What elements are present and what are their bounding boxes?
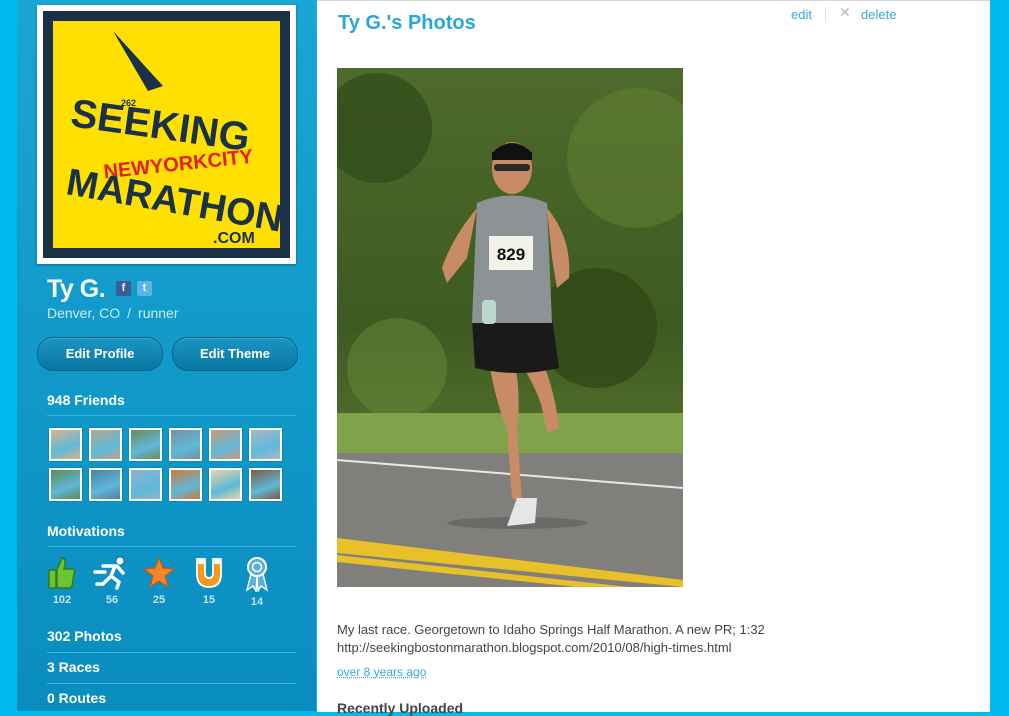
runner-icon bbox=[93, 556, 125, 590]
facebook-icon[interactable]: f bbox=[116, 281, 131, 296]
motivations-heading: Motivations bbox=[47, 523, 125, 539]
twitter-icon[interactable]: t bbox=[137, 281, 152, 296]
photo-caption: My last race. Georgetown to Idaho Spring… bbox=[337, 621, 857, 657]
friend-avatar[interactable] bbox=[209, 468, 242, 501]
star-icon bbox=[142, 556, 176, 589]
subtitle-separator: / bbox=[127, 305, 132, 321]
caption-text: My last race. Georgetown to Idaho Spring… bbox=[337, 622, 765, 637]
photos-link[interactable]: 302 Photos bbox=[47, 628, 122, 644]
delete-link[interactable]: delete bbox=[861, 7, 896, 22]
motivation-star[interactable]: 25 bbox=[139, 556, 179, 606]
photo-panel: Ty G.'s Photos edit ✕ delete 829 My last… bbox=[317, 0, 990, 716]
motivation-magnet[interactable]: 15 bbox=[189, 556, 229, 606]
profile-role: runner bbox=[138, 305, 179, 321]
motivation-count: 56 bbox=[105, 594, 119, 606]
friend-avatar[interactable] bbox=[249, 428, 282, 461]
profile-location: Denver, CO bbox=[47, 305, 121, 321]
friend-avatar[interactable] bbox=[89, 468, 122, 501]
magnet-icon bbox=[196, 558, 222, 588]
friend-avatar[interactable] bbox=[49, 468, 82, 501]
edit-theme-button[interactable]: Edit Theme bbox=[172, 337, 298, 371]
motivation-count: 25 bbox=[152, 594, 166, 606]
divider bbox=[47, 546, 296, 547]
avatar-logo: 262 SEEKING NEWYORKCITY MARATHON .COM bbox=[43, 11, 290, 258]
friend-avatar[interactable] bbox=[89, 428, 122, 461]
divider bbox=[825, 7, 826, 21]
caption-url: http://seekingbostonmarathon.blogspot.co… bbox=[337, 640, 732, 655]
motivation-count: 14 bbox=[250, 596, 264, 608]
profile-sidebar: 262 SEEKING NEWYORKCITY MARATHON .COM Ty… bbox=[17, 0, 316, 711]
bib-number: 829 bbox=[497, 245, 525, 264]
edit-link[interactable]: edit bbox=[791, 7, 812, 22]
profile-subtitle: Denver, CO / runner bbox=[47, 305, 179, 321]
motivation-thumbs-up[interactable]: 102 bbox=[42, 556, 82, 606]
friend-avatar[interactable] bbox=[169, 468, 202, 501]
races-link[interactable]: 3 Races bbox=[47, 659, 100, 675]
routes-link[interactable]: 0 Routes bbox=[47, 690, 106, 706]
page-title[interactable]: Ty G.'s Photos bbox=[338, 12, 476, 35]
avatar[interactable]: 262 SEEKING NEWYORKCITY MARATHON .COM bbox=[37, 5, 296, 264]
motivation-count: 102 bbox=[52, 594, 72, 606]
motivation-ribbon[interactable]: 14 bbox=[237, 556, 277, 608]
motivation-runner[interactable]: 56 bbox=[92, 556, 132, 606]
friend-avatar[interactable] bbox=[249, 468, 282, 501]
svg-text:.COM: .COM bbox=[213, 230, 255, 247]
friend-avatar[interactable] bbox=[129, 428, 162, 461]
close-icon[interactable]: ✕ bbox=[839, 4, 851, 21]
friend-avatar[interactable] bbox=[129, 468, 162, 501]
friend-avatar[interactable] bbox=[49, 428, 82, 461]
profile-name: Ty G. bbox=[47, 275, 106, 303]
recently-uploaded-heading: Recently Uploaded bbox=[337, 700, 464, 716]
friend-avatar[interactable] bbox=[169, 428, 202, 461]
friends-heading[interactable]: 948 Friends bbox=[47, 392, 125, 408]
divider bbox=[47, 683, 296, 684]
edit-profile-button[interactable]: Edit Profile bbox=[37, 337, 163, 371]
divider bbox=[47, 652, 296, 653]
motivation-count: 15 bbox=[202, 594, 216, 606]
ribbon-icon bbox=[245, 557, 269, 592]
race-photo[interactable]: 829 bbox=[337, 68, 683, 587]
friend-avatar[interactable] bbox=[209, 428, 242, 461]
timestamp-link[interactable]: over 8 years ago bbox=[337, 665, 426, 679]
divider bbox=[47, 415, 296, 416]
thumbs-up-icon bbox=[48, 557, 76, 589]
